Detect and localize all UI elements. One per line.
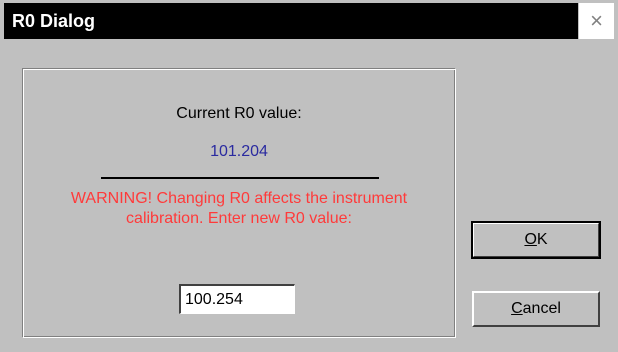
close-button[interactable]: × [578, 3, 614, 39]
new-r0-input[interactable] [179, 284, 295, 314]
current-r0-label: Current R0 value: [176, 105, 302, 122]
current-r0-value: 101.204 [210, 143, 268, 160]
cancel-button[interactable]: Cancel [472, 291, 600, 327]
r0-group-box: Current R0 value: 101.204 WARNING! Chang… [22, 68, 456, 338]
title-bar[interactable]: R0 Dialog × [4, 3, 614, 39]
ok-mnemonic: O [524, 231, 537, 248]
window-title: R0 Dialog [12, 11, 96, 31]
r0-dialog-window: R0 Dialog × Current R0 value: 101.204 WA… [0, 0, 618, 352]
cancel-label-rest: ancel [522, 300, 561, 317]
ok-label-rest: K [536, 231, 548, 248]
cancel-mnemonic: C [511, 300, 523, 317]
close-icon: × [590, 8, 603, 33]
ok-button[interactable]: OK [471, 221, 601, 259]
warning-message: WARNING! Changing R0 affects the instrum… [70, 190, 408, 227]
divider-line [101, 177, 379, 179]
